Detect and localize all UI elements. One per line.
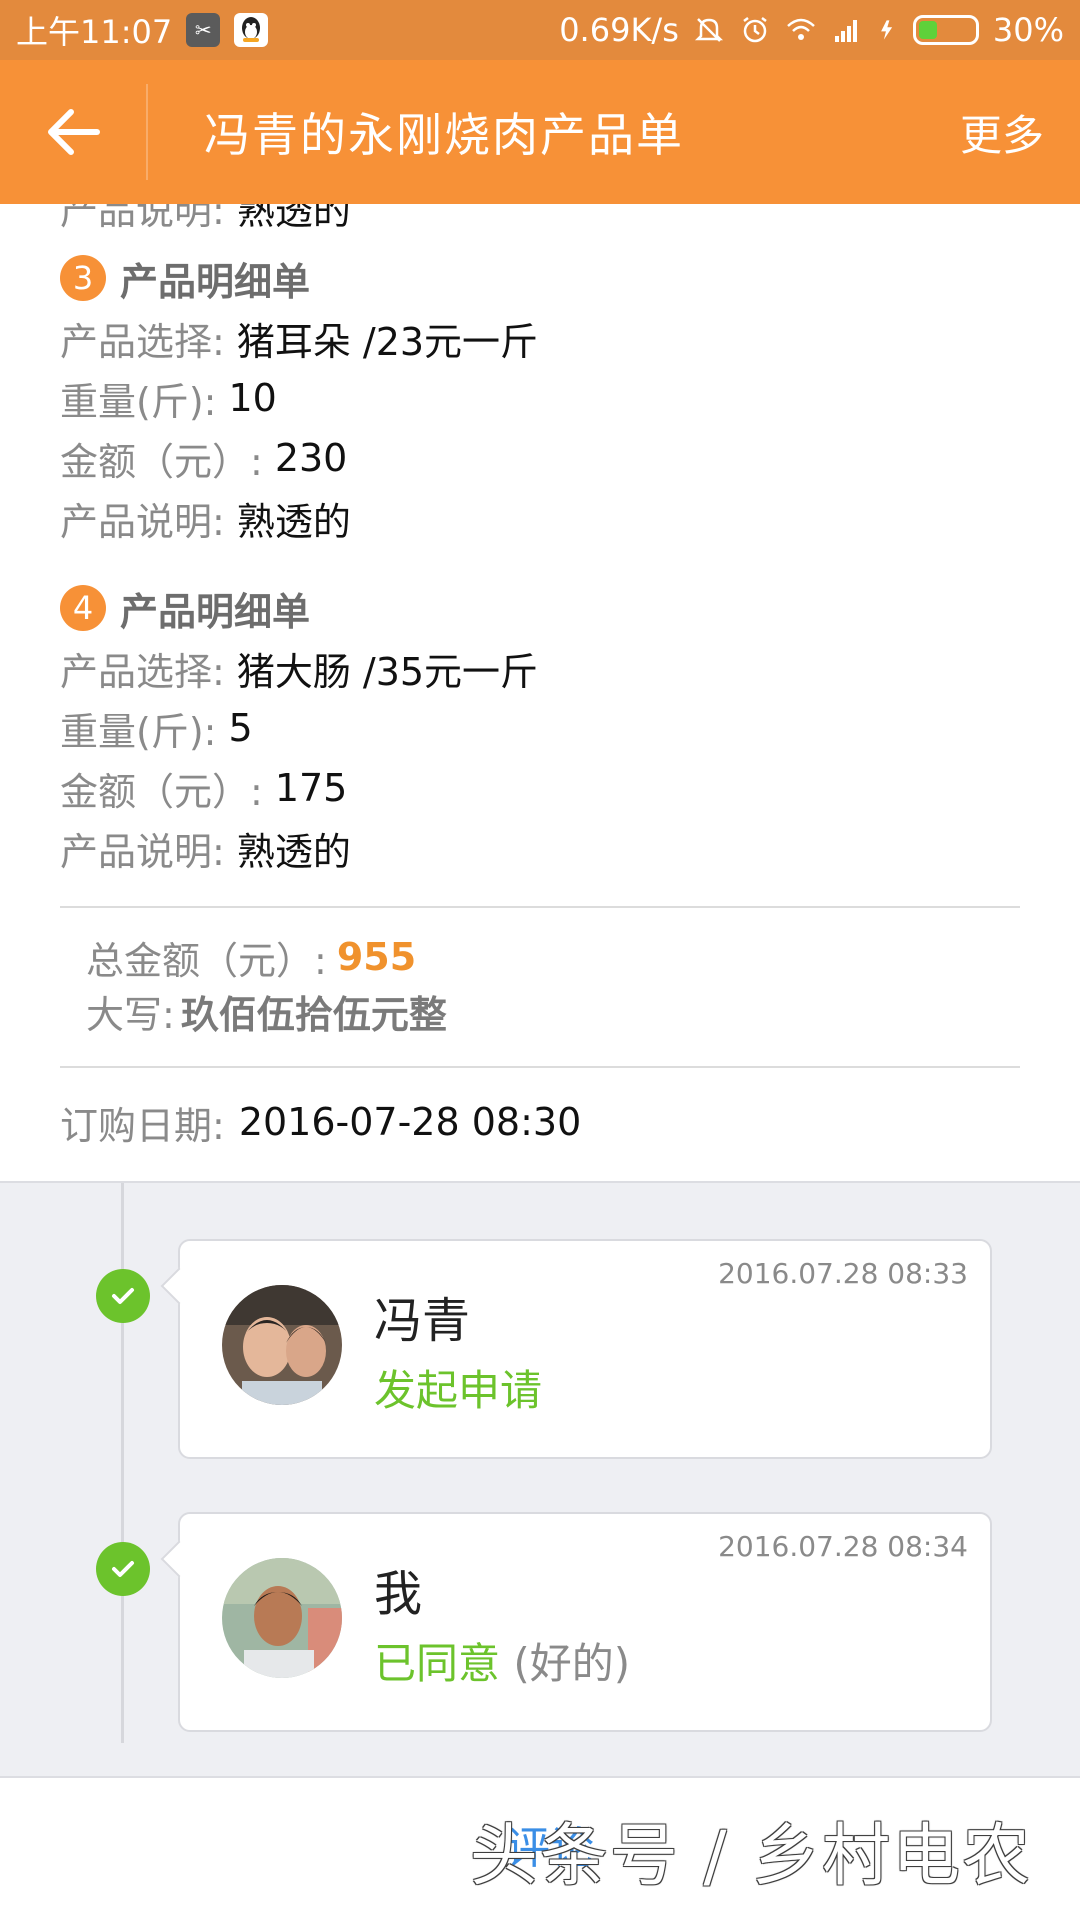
description-row: 产品说明: 熟透的 — [60, 829, 351, 874]
section-title: 产品明细单 — [120, 589, 311, 634]
check-icon — [96, 1269, 150, 1323]
check-icon — [96, 1542, 150, 1596]
product-detail-section-4: 4 产品明细单 产品选择: 猪大肠 /35元一斤 重量(斤): 5 金额（元）: 17… — [60, 578, 1020, 878]
timestamp: 2016.07.28 08:34 — [718, 1530, 968, 1563]
approval-status: 已同意 (好的) — [374, 1639, 631, 1688]
total-amount-row: 总金额（元）: 955 — [86, 935, 417, 983]
description-row: 产品说明: 熟透的 — [60, 499, 351, 544]
avatar — [222, 1285, 342, 1405]
amount-row: 金额（元）: 175 — [60, 766, 348, 814]
page-title: 冯青的永刚烧肉产品单 — [204, 108, 684, 162]
more-button[interactable]: 更多 — [960, 102, 1044, 163]
user-name: 冯青 — [374, 1293, 471, 1349]
approval-note: (好的) — [513, 1639, 631, 1688]
status-bar: 上午11:07 ✂ 0.69K/s 30% — [0, 0, 1080, 60]
user-name: 我 — [374, 1566, 423, 1622]
divider — [60, 1066, 1020, 1068]
approval-status: 发起申请 — [374, 1366, 543, 1415]
mute-icon — [694, 18, 723, 42]
charging-icon — [881, 20, 892, 40]
product-detail-section-3: 3 产品明细单 产品选择: 猪耳朵 /23元一斤 重量(斤): 10 金额（元）: 2… — [60, 248, 1020, 548]
signal-icon — [834, 20, 857, 42]
timeline-card[interactable]: 2016.07.28 08:34 我 已同意 (好的) — [178, 1512, 992, 1732]
weight-row: 重量(斤): 10 — [60, 376, 277, 424]
timeline-line — [121, 1183, 124, 1743]
partial-description-row: 产品说明: 熟透的 — [60, 204, 351, 233]
battery-level: 30% — [992, 11, 1064, 49]
status-time: 上午11:07 — [16, 13, 173, 51]
back-button[interactable] — [0, 84, 148, 180]
total-caps-value: 玖佰伍拾伍元整 — [180, 992, 447, 1037]
network-speed: 0.69K/s — [559, 11, 679, 49]
alarm-icon — [743, 17, 767, 43]
product-choice-row: 产品选择: 猪大肠 /35元一斤 — [60, 649, 539, 694]
section-number-badge: 4 — [60, 585, 106, 631]
total-summary: 总金额（元）: 955 大写: 玖佰伍拾伍元整 — [86, 930, 447, 1038]
timeline-card[interactable]: 2016.07.28 08:33 冯青 发起申请 — [178, 1239, 992, 1459]
avatar — [222, 1558, 342, 1678]
watermark: 头条号 / 乡村电农 — [469, 1817, 1032, 1896]
section-number-badge: 3 — [60, 255, 106, 301]
qq-icon — [234, 13, 269, 47]
back-arrow-icon — [48, 109, 100, 155]
app-notification-icon: ✂ — [186, 13, 221, 47]
divider — [60, 906, 1020, 908]
weight-row: 重量(斤): 5 — [60, 706, 253, 754]
order-detail: 产品说明: 熟透的 3 产品明细单 产品选择: 猪耳朵 /23元一斤 重量(斤):… — [0, 204, 1080, 1179]
bottom-bar: 评论 头条号 / 乡村电农 — [0, 1778, 1080, 1920]
title-bar: 冯青的永刚烧肉产品单 更多 — [0, 60, 1080, 204]
timestamp: 2016.07.28 08:33 — [718, 1257, 968, 1290]
amount-row: 金额（元）: 230 — [60, 436, 348, 484]
approval-timeline: 2016.07.28 08:33 冯青 发起申请 2016.07.28 08:3… — [0, 1181, 1080, 1778]
product-choice-row: 产品选择: 猪耳朵 /23元一斤 — [60, 319, 539, 364]
order-date-row: 订购日期: 2016-07-28 08:30 — [60, 1100, 582, 1148]
total-amount: 955 — [336, 935, 417, 979]
wifi-icon — [787, 18, 815, 40]
battery-icon — [912, 15, 979, 45]
total-caps-row: 大写: 玖佰伍拾伍元整 — [86, 984, 447, 1038]
order-date: 2016-07-28 08:30 — [238, 1100, 582, 1144]
section-title: 产品明细单 — [120, 259, 311, 304]
